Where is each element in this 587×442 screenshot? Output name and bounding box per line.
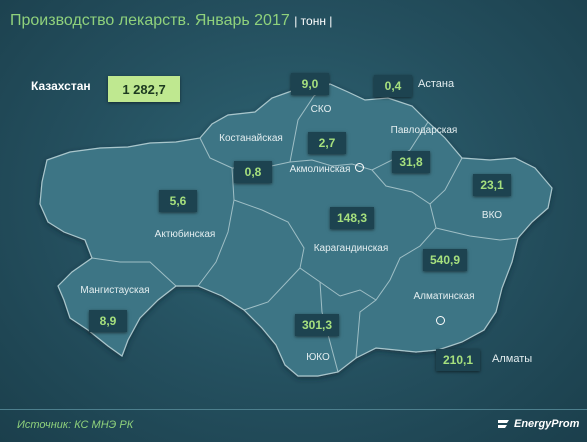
astana-marker-icon	[355, 163, 364, 172]
value-vko: 23,1	[473, 174, 511, 196]
label-almaty: Алматы	[492, 353, 533, 365]
label-sko: СКО	[310, 104, 332, 115]
value-yuko: 301,3	[295, 314, 340, 336]
value-astana: 0,4	[374, 75, 412, 97]
country-total-value: 1 282,7	[108, 76, 180, 102]
label-mangystau: Мангистауская	[80, 285, 150, 296]
label-aktobe: Актюбинская	[154, 229, 216, 240]
infographic: Производство лекарств. Январь 2017 | тон…	[0, 0, 587, 442]
source-note: Источник: КС МНЭ РК	[17, 419, 134, 431]
value-akmola: 2,7	[308, 132, 346, 154]
value-aktobe: 5,6	[159, 190, 197, 212]
label-vko: ВКО	[481, 210, 503, 221]
label-almaty-obl: Алматинская	[413, 291, 475, 302]
label-astana: Астана	[418, 78, 455, 90]
energyprom-logo-icon	[498, 420, 509, 428]
label-pavlodar: Павлодарская	[390, 125, 458, 136]
footer-divider	[0, 409, 587, 410]
brand-name: EnergyProm	[514, 418, 580, 430]
label-karaganda: Карагандинская	[313, 243, 389, 254]
value-almaty-obl: 540,9	[423, 249, 468, 271]
value-karaganda: 148,3	[330, 207, 375, 229]
country-label: Казахстан	[31, 79, 91, 93]
value-sko: 9,0	[291, 73, 329, 95]
value-pavlodar: 31,8	[392, 151, 430, 173]
label-yuko: ЮКО	[306, 352, 330, 363]
almaty-marker-icon	[436, 316, 445, 325]
value-mangystau: 8,9	[89, 310, 127, 332]
brand-logo: EnergyProm	[497, 418, 579, 430]
kazakhstan-map	[39, 83, 553, 377]
label-kostanay: Костанайская	[219, 133, 283, 144]
label-akmola: Акмолинская	[289, 164, 351, 175]
value-almaty: 210,1	[436, 349, 481, 371]
value-kostanay: 0,8	[234, 161, 272, 183]
